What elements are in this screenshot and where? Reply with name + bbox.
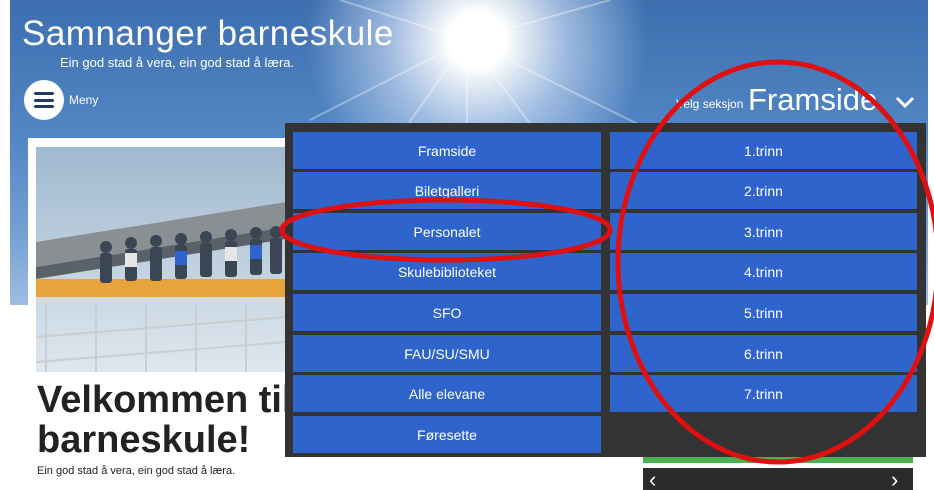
menu-item-7-trinn[interactable]: 7.trinn bbox=[610, 375, 917, 412]
site-tagline: Ein god stad å vera, ein god stad å læra… bbox=[60, 55, 295, 70]
menu-button[interactable] bbox=[24, 80, 64, 120]
slider-widget: ‹ › bbox=[643, 468, 913, 490]
section-select-label: Velg seksjon bbox=[676, 97, 744, 111]
menu-label[interactable]: Meny bbox=[69, 93, 98, 107]
menu-item-biletgalleri[interactable]: Biletgalleri bbox=[293, 172, 601, 209]
school-photo bbox=[36, 147, 286, 372]
menu-item-alle-elevane[interactable]: Alle elevane bbox=[293, 375, 601, 412]
menu-item-sfo[interactable]: SFO bbox=[293, 294, 601, 331]
menu-item-foresette[interactable]: Føresette bbox=[293, 416, 601, 453]
menu-item-1-trinn[interactable]: 1.trinn bbox=[610, 132, 917, 169]
menu-item-skulebiblioteket[interactable]: Skulebiblioteket bbox=[293, 253, 601, 290]
chevron-down-icon[interactable] bbox=[895, 95, 915, 109]
site-title[interactable]: Samnanger barneskule bbox=[22, 14, 394, 54]
menu-item-fau-su-smu[interactable]: FAU/SU/SMU bbox=[293, 335, 601, 372]
chevron-left-icon[interactable]: ‹ bbox=[649, 469, 656, 490]
menu-item-framside[interactable]: Framside bbox=[293, 132, 601, 169]
chevron-right-icon[interactable]: › bbox=[891, 469, 898, 490]
menu-item-3-trinn[interactable]: 3.trinn bbox=[610, 213, 917, 250]
welcome-subtitle: Ein god stad å vera, ein god stad å læra… bbox=[37, 465, 236, 477]
menu-item-personalet[interactable]: Personalet bbox=[293, 213, 601, 250]
welcome-heading: Velkommen til barneskule! bbox=[37, 379, 293, 461]
menu-item-2-trinn[interactable]: 2.trinn bbox=[610, 172, 917, 209]
page: Samnanger barneskule Ein god stad å vera… bbox=[0, 0, 934, 490]
menu-item-5-trinn[interactable]: 5.trinn bbox=[610, 294, 917, 331]
section-select-value[interactable]: Framside bbox=[748, 82, 877, 118]
menu-item-6-trinn[interactable]: 6.trinn bbox=[610, 335, 917, 372]
menu-item-4-trinn[interactable]: 4.trinn bbox=[610, 253, 917, 290]
